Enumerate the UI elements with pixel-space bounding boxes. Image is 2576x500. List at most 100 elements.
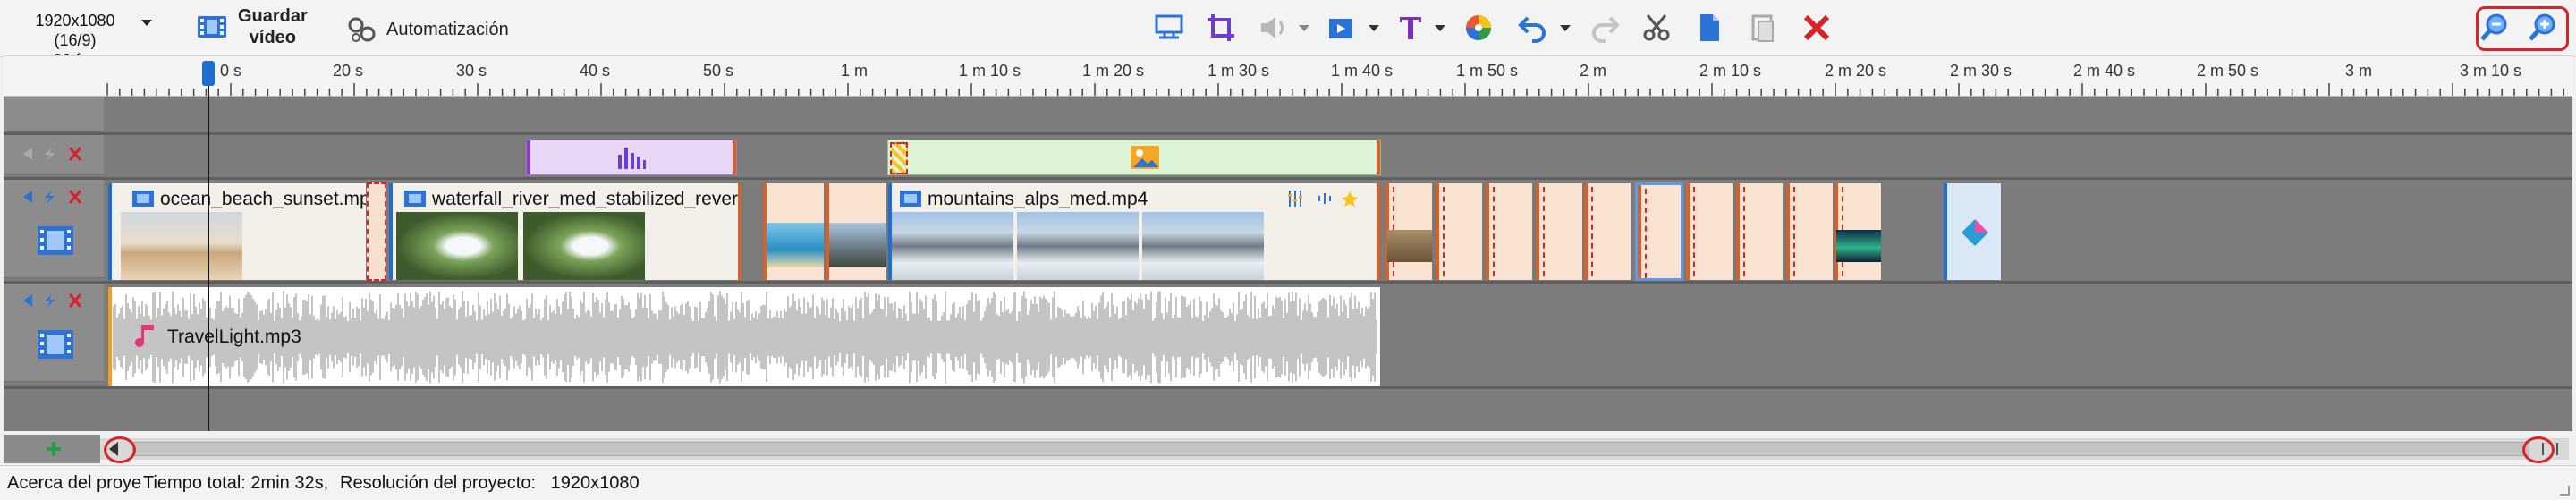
- resize-grip-icon[interactable]: [2558, 484, 2571, 496]
- video-file-icon: [404, 191, 426, 207]
- video-clip-small[interactable]: [1485, 182, 1533, 281]
- save-label-line1: Guardar: [238, 6, 308, 26]
- image-overlay-clip[interactable]: [887, 140, 1381, 175]
- clip-name-waterfall: waterfall_river_med_stabilized_reverse..…: [432, 189, 742, 209]
- paste-icon[interactable]: [1746, 11, 1780, 45]
- volume-chevron-down-icon[interactable]: [1299, 25, 1309, 31]
- ruler-ticks: [106, 83, 2564, 96]
- text-chevron-down-icon[interactable]: [1435, 25, 1445, 31]
- film-icon: [38, 330, 73, 359]
- toolbar: 1920x1080 (16/9) 30 fps Guardar vídeo Au…: [0, 0, 2576, 69]
- ruler-label: 1 m 40 s: [1331, 62, 1394, 80]
- add-track-icon[interactable]: [45, 440, 63, 458]
- ruler-label: 1 m: [841, 62, 869, 80]
- time-ruler[interactable]: 0 s 20 s 30 s 40 s 50 s 1 m 1 m 10 s 1 m 20 s 1 …: [4, 55, 2572, 97]
- music-note-icon: [135, 325, 154, 347]
- undo-chevron-down-icon[interactable]: [1560, 25, 1571, 31]
- ruler-label: 20 s: [333, 62, 364, 80]
- clip-thumbnail: [396, 212, 518, 280]
- diamond-shape-icon: [1962, 219, 1988, 246]
- track-header-empty: [4, 97, 104, 132]
- video-clip-small[interactable]: [1785, 182, 1834, 281]
- clip-thumbnail: [829, 223, 886, 267]
- video-clip-small-1[interactable]: [762, 182, 825, 281]
- automation-label: Automatización: [386, 20, 509, 39]
- ruler-label: 2 m 40 s: [2073, 62, 2136, 80]
- transition-marker[interactable]: [367, 182, 386, 281]
- about-project-text[interactable]: Acerca del proye: [7, 466, 143, 500]
- clip-thumbnail: [892, 212, 1013, 280]
- effect-clip-diamond[interactable]: [1943, 182, 2002, 281]
- chevron-down-icon[interactable]: [141, 20, 152, 26]
- video-track-controls-icons[interactable]: [21, 187, 93, 207]
- scroll-thumb[interactable]: [132, 442, 2529, 456]
- clip-name-mountains: mountains_alps_med.mp4: [928, 189, 1148, 209]
- ruler-label: 1 m 20 s: [1082, 62, 1145, 80]
- copy-icon[interactable]: [1692, 11, 1726, 45]
- timeline[interactable]: 0 s 20 s 30 s 40 s 50 s 1 m 1 m 10 s 1 m 20 s 1 …: [4, 55, 2572, 431]
- zoom-out-icon[interactable]: [2478, 11, 2512, 45]
- clip-name-ocean: ocean_beach_sunset.mp4: [160, 189, 367, 209]
- track-header-video: [4, 180, 104, 278]
- audio-track-controls-icons[interactable]: [21, 291, 93, 310]
- clip-thumbnail: [523, 212, 645, 280]
- clip-thumbnail: [121, 212, 242, 280]
- ruler-label: 3 m: [2345, 62, 2373, 80]
- redo-icon[interactable]: [1587, 11, 1621, 45]
- track-controls-icons[interactable]: [21, 144, 93, 164]
- total-time-text: Tiempo total: 2min 32s,: [143, 473, 329, 493]
- image-icon: [1131, 146, 1159, 169]
- clip-thumbnail: [1142, 212, 1264, 280]
- video-clip-mountains[interactable]: mountains_alps_med.mp4: [887, 182, 1381, 281]
- video-clip-small-2[interactable]: [825, 182, 887, 281]
- video-file-icon: [132, 191, 154, 207]
- ruler-label: 2 m 30 s: [1950, 62, 2012, 80]
- resolution-text: 1920x1080 (16/9): [35, 12, 115, 49]
- gears-icon: [348, 17, 376, 42]
- project-resolution-text: Resolución del proyecto: 1920x1080: [340, 473, 640, 493]
- audio-clip-travellight[interactable]: TravelLight.mp3: [107, 286, 1381, 386]
- clip-effects-icons[interactable]: [1287, 189, 1368, 208]
- video-clip-small[interactable]: [1635, 182, 1683, 281]
- video-file-icon: [900, 191, 921, 207]
- delete-icon[interactable]: [1800, 11, 1834, 45]
- volume-icon[interactable]: [1256, 11, 1290, 45]
- ruler-label: 3 m 10 s: [2460, 62, 2522, 80]
- playhead-handle[interactable]: [202, 61, 215, 86]
- text-icon[interactable]: [1394, 11, 1428, 45]
- track-separator: [4, 386, 2572, 389]
- save-label-line2: vídeo: [249, 28, 297, 47]
- video-clip-small[interactable]: [1435, 182, 1483, 281]
- undo-icon[interactable]: [1517, 11, 1551, 45]
- playhead-line[interactable]: [208, 63, 209, 431]
- film-icon: [38, 226, 73, 255]
- film-save-icon: [198, 16, 226, 38]
- video-clip-small[interactable]: [1834, 182, 1882, 281]
- clip-thumbnail: [1017, 212, 1139, 280]
- ruler-label: 50 s: [703, 62, 734, 80]
- color-wheel-icon[interactable]: [1462, 11, 1496, 45]
- crop-icon[interactable]: [1204, 11, 1238, 45]
- zoom-in-icon[interactable]: [2526, 11, 2560, 45]
- ruler-label: 40 s: [580, 62, 611, 80]
- video-clip-small[interactable]: [1735, 182, 1784, 281]
- video-clip-waterfall[interactable]: waterfall_river_med_stabilized_reverse..…: [388, 182, 742, 281]
- track-separator: [4, 281, 2572, 284]
- video-clip-small[interactable]: [1583, 182, 1631, 281]
- horizontal-scrollbar[interactable]: [100, 438, 2569, 460]
- video-clip-small[interactable]: [1385, 182, 1433, 281]
- save-video-button[interactable]: Guardar vídeo: [197, 5, 308, 48]
- video-clip-small[interactable]: [1535, 182, 1583, 281]
- video-clip-small[interactable]: [1685, 182, 1733, 281]
- video-clip-ocean[interactable]: ocean_beach_sunset.mp4: [107, 182, 367, 281]
- transition-icon[interactable]: [1326, 11, 1360, 45]
- transition-chevron-down-icon[interactable]: [1368, 25, 1379, 31]
- ruler-label: 1 m 30 s: [1208, 62, 1270, 80]
- ruler-label: 30 s: [456, 62, 487, 80]
- audio-effect-clip[interactable]: [526, 140, 737, 175]
- status-bar: Acerca del proye Tiempo total: 2min 32s,…: [0, 465, 2576, 500]
- automation-button[interactable]: Automatización: [347, 16, 509, 43]
- equalizer-icon: [618, 148, 646, 169]
- scissors-icon[interactable]: [1640, 11, 1674, 45]
- split-screen-icon[interactable]: [1152, 11, 1186, 45]
